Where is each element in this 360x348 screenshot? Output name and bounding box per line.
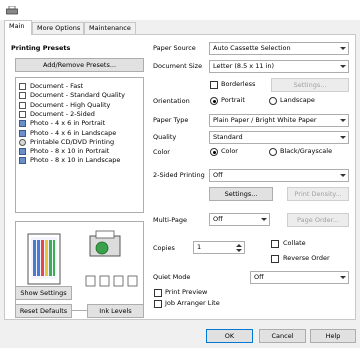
show-settings-button[interactable]: Show Settings [15, 286, 72, 300]
print-density-button[interactable]: Print Density... [287, 187, 349, 201]
printer-icon [6, 6, 18, 15]
paper-type-select[interactable]: Plain Paper / Bright White Paper [209, 114, 349, 127]
preset-label: Document - 2-Sided [30, 109, 95, 118]
copies-spinner[interactable]: 1 [193, 241, 245, 254]
two-sided-select[interactable]: Off [209, 169, 349, 182]
preset-label: Photo - 8 x 10 in Portrait [30, 147, 110, 156]
orientation-portrait-radio[interactable] [210, 97, 218, 105]
orientation-label: Orientation [153, 97, 190, 105]
collate-checkbox[interactable] [271, 240, 279, 248]
orientation-landscape-label: Landscape [280, 96, 315, 104]
paper-source-select[interactable]: Auto Cassette Selection [209, 42, 349, 55]
photo-icon [19, 148, 26, 156]
printing-presets-heading: Printing Presets [11, 44, 71, 52]
chevron-down-icon [340, 174, 346, 177]
paper-type-value: Plain Paper / Bright White Paper [213, 116, 317, 124]
tab-more-options[interactable]: More Options [32, 22, 84, 34]
reverse-order-checkbox[interactable] [271, 255, 279, 263]
collate-label: Collate [283, 239, 306, 247]
document-icon [19, 92, 26, 100]
copies-value: 1 [197, 243, 202, 251]
add-remove-presets-button[interactable]: Add/Remove Presets... [15, 58, 144, 72]
two-sided-settings-button[interactable]: Settings... [209, 187, 273, 201]
multipage-value: Off [213, 215, 223, 223]
photo-icon [19, 129, 26, 137]
preset-label: Photo - 4 x 6 in Landscape [30, 128, 117, 137]
preset-label: Document - High Quality [30, 100, 111, 109]
document-icon [19, 101, 26, 109]
chevron-down-icon [340, 47, 346, 50]
quality-select[interactable]: Standard [209, 131, 349, 144]
document-icon [19, 83, 26, 90]
quiet-mode-label: Quiet Mode [153, 273, 191, 281]
ink-levels-button[interactable]: Ink Levels [87, 304, 144, 318]
title-bar [0, 0, 360, 20]
help-button[interactable]: Help [310, 329, 356, 343]
tab-maintenance[interactable]: Maintenance [84, 22, 136, 34]
preset-label: Document - Fast [30, 82, 84, 90]
paper-source-label: Paper Source [153, 44, 196, 52]
quiet-mode-value: Off [254, 273, 264, 281]
job-arranger-label: Job Arranger Lite [165, 299, 220, 307]
reverse-order-label: Reverse Order [283, 254, 330, 262]
chevron-down-icon [340, 136, 346, 139]
document-size-value: Letter (8.5 x 11 in) [213, 62, 274, 70]
tab-main[interactable]: Main [4, 20, 32, 35]
document-size-select[interactable]: Letter (8.5 x 11 in) [209, 60, 349, 73]
two-sided-label: 2-Sided Printing [153, 171, 205, 179]
photo-icon [19, 157, 26, 165]
printer-properties-window: Main More Options Maintenance Printing P… [0, 0, 360, 348]
reset-defaults-button[interactable]: Reset Defaults [15, 304, 72, 318]
paper-type-label: Paper Type [153, 116, 189, 124]
preset-label: Printable CD/DVD Printing [30, 137, 115, 146]
print-preview-label: Print Preview [165, 288, 208, 296]
paper-source-value: Auto Cassette Selection [213, 44, 291, 52]
job-arranger-checkbox[interactable] [154, 300, 162, 308]
chevron-down-icon [340, 65, 346, 68]
spinner-arrows-icon[interactable] [235, 243, 243, 253]
color-color-label: Color [221, 147, 238, 155]
photo-icon [19, 120, 26, 128]
multipage-select[interactable]: Off [209, 213, 270, 226]
quality-label: Quality [153, 133, 177, 141]
chevron-down-icon [261, 218, 267, 221]
document-icon [19, 110, 26, 118]
print-preview-checkbox[interactable] [154, 289, 162, 297]
document-size-label: Document Size [153, 62, 203, 70]
copies-label: Copies [153, 244, 175, 252]
preset-label: Document - Standard Quality [30, 91, 126, 100]
borderless-settings-button[interactable]: Settings... [271, 78, 349, 92]
preset-label: Photo - 4 x 6 in Portrait [30, 119, 106, 128]
color-label: Color [153, 148, 170, 156]
main-tab-panel: Printing Presets Add/Remove Presets... D… [4, 34, 356, 320]
color-color-radio[interactable] [210, 148, 218, 156]
chevron-down-icon [340, 119, 346, 122]
two-sided-value: Off [213, 171, 223, 179]
borderless-checkbox[interactable] [210, 81, 218, 89]
color-grayscale-radio[interactable] [269, 148, 277, 156]
borderless-label: Borderless [221, 80, 256, 88]
color-grayscale-label: Black/Grayscale [280, 147, 333, 155]
cd-icon [19, 138, 26, 146]
orientation-portrait-label: Portrait [221, 96, 245, 104]
preset-label: Photo - 8 x 10 in Landscape [30, 156, 121, 165]
presets-list[interactable]: Document - Fast Document - Standard Quali… [15, 77, 144, 213]
quiet-mode-select[interactable]: Off [250, 271, 349, 284]
page-order-button[interactable]: Page Order... [287, 213, 349, 227]
orientation-landscape-radio[interactable] [269, 97, 277, 105]
chevron-down-icon [340, 276, 346, 279]
quality-value: Standard [213, 133, 243, 141]
ok-button[interactable]: OK [206, 329, 253, 343]
multipage-label: Multi-Page [153, 216, 187, 224]
cancel-button[interactable]: Cancel [259, 329, 306, 343]
